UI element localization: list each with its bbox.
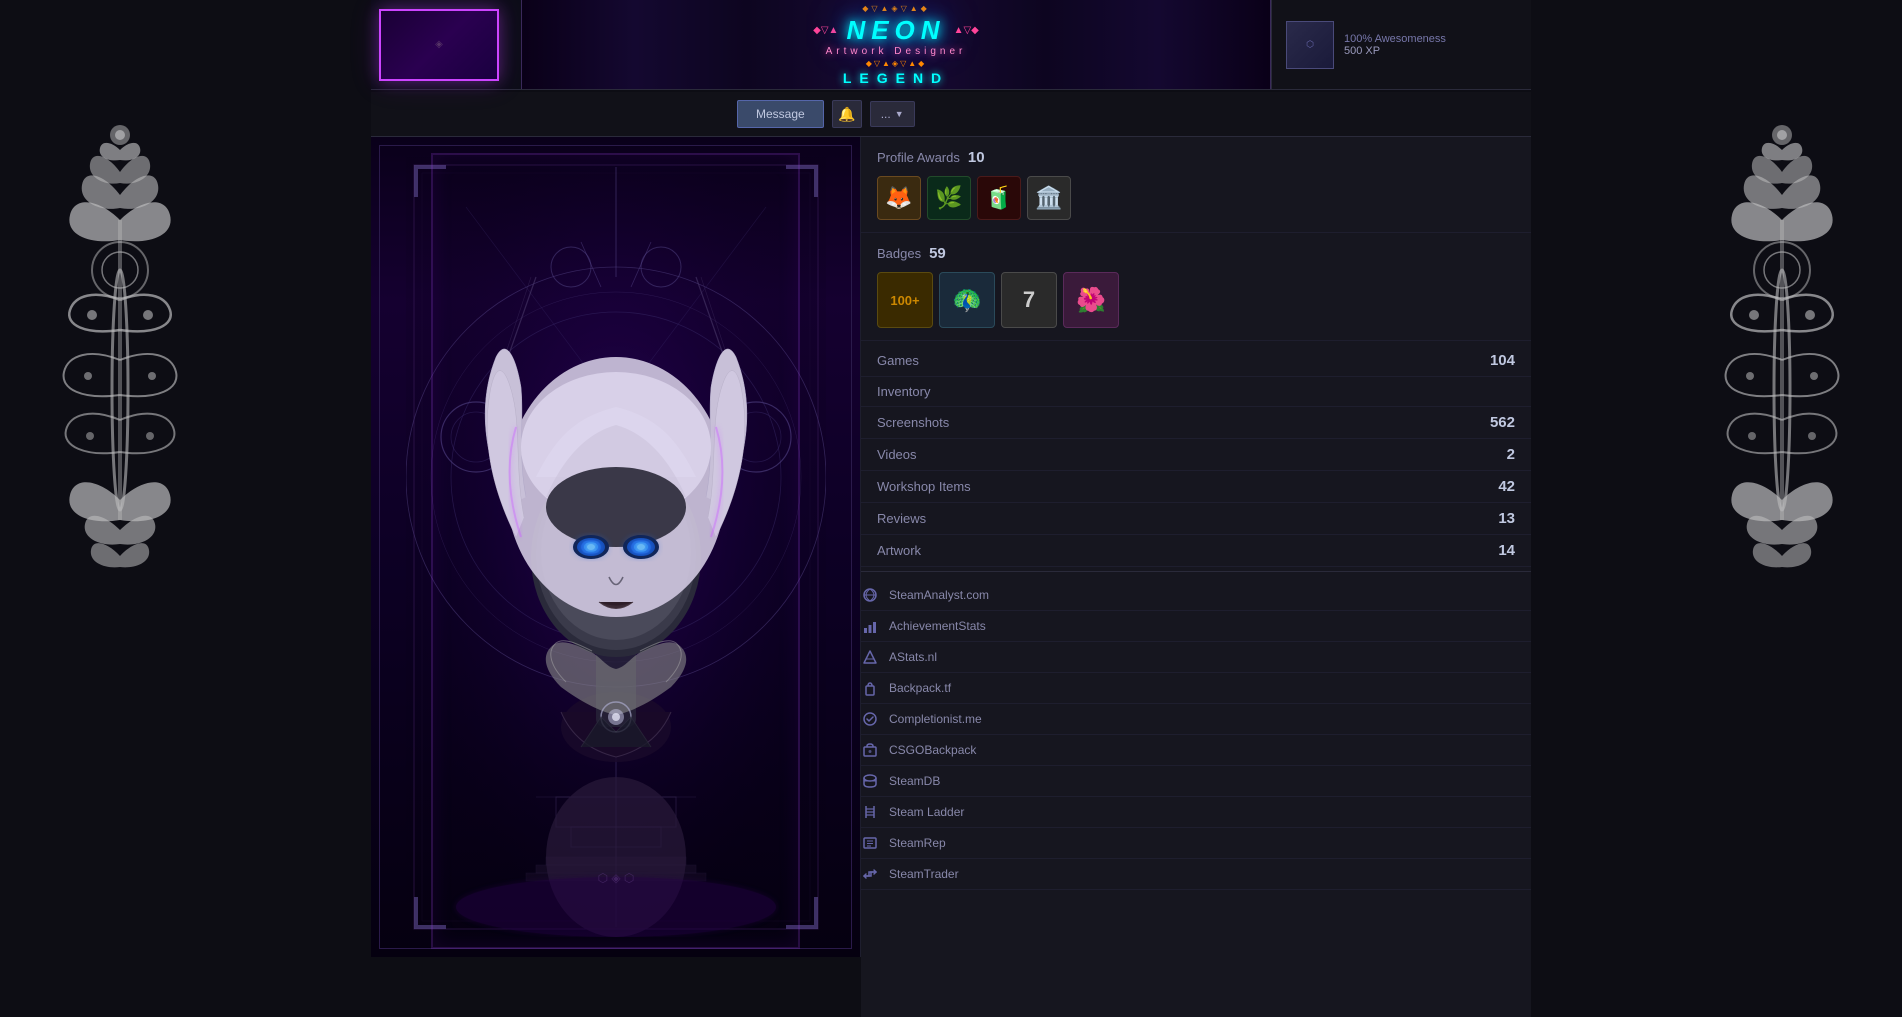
more-button[interactable]: ... ▼ (870, 101, 915, 127)
main-layout: ⬡ ◈ ⬡ Profile Awards (371, 137, 1531, 957)
banner-title: NEON (846, 15, 945, 46)
stat-artwork[interactable]: Artwork 14 (861, 535, 1531, 567)
banner-dots-bottom: ◆▽▲◈▽▲◆ (813, 59, 979, 68)
stat-games-value: 104 (1490, 352, 1515, 369)
badge-item-1[interactable]: 🦚 (939, 272, 995, 328)
astats-label: AStats.nl (889, 650, 937, 664)
svg-text:⬡ ◈ ⬡: ⬡ ◈ ⬡ (598, 871, 635, 885)
stat-artwork-value: 14 (1498, 542, 1515, 559)
banner-legend: LEGEND (813, 70, 979, 86)
stat-workshop-value: 42 (1498, 478, 1515, 495)
csgobackpack-icon (861, 741, 879, 759)
badge-item-2[interactable]: 7 (1001, 272, 1057, 328)
stat-screenshots-label: Screenshots (877, 415, 949, 430)
link-csgobackpack[interactable]: CSGOBackpack (861, 735, 1531, 766)
link-astats[interactable]: AStats.nl (861, 642, 1531, 673)
astats-icon (861, 648, 879, 666)
badges-count: 59 (929, 245, 946, 262)
link-steamtrader[interactable]: SteamTrader (861, 859, 1531, 890)
link-steamanalyst[interactable]: SteamAnalyst.com (861, 580, 1531, 611)
stat-artwork-label: Artwork (877, 543, 921, 558)
completionist-icon (861, 710, 879, 728)
action-buttons-row: Message 🔔 ... ▼ (371, 92, 1531, 137)
badge-item-0[interactable]: 100+ (877, 272, 933, 328)
badges-row: 100+ 🦚 7 🌺 (877, 272, 1515, 328)
completionist-label: Completionist.me (889, 712, 982, 726)
main-container: ◈ ◆▽▲◈▽▲◆ ◆▽▲ NEON ▲▽◆ Artwork Designer (0, 0, 1902, 950)
stat-inventory[interactable]: Inventory (861, 377, 1531, 407)
link-steamdb[interactable]: SteamDB (861, 766, 1531, 797)
stat-reviews[interactable]: Reviews 13 (861, 503, 1531, 535)
backpacktf-label: Backpack.tf (889, 681, 951, 695)
steamanalyst-icon (861, 586, 879, 604)
link-completionist[interactable]: Completionist.me (861, 704, 1531, 735)
award-item-2[interactable]: 🧃 (977, 176, 1021, 220)
stat-workshop-items[interactable]: Workshop Items 42 (861, 471, 1531, 503)
stats-list: Games 104 Inventory Screenshots 562 Vide… (861, 341, 1531, 571)
awards-row: 🦊 🌿 🧃 🏛️ (877, 176, 1515, 220)
stat-reviews-label: Reviews (877, 511, 926, 526)
steamladder-icon (861, 803, 879, 821)
link-achievementstats[interactable]: AchievementStats (861, 611, 1531, 642)
stat-videos[interactable]: Videos 2 (861, 439, 1531, 471)
stat-screenshots-value: 562 (1490, 414, 1515, 431)
artwork-panel: ⬡ ◈ ⬡ (371, 137, 861, 957)
steamtrader-icon (861, 865, 879, 883)
stat-inventory-label: Inventory (877, 384, 930, 399)
achievementstats-label: AchievementStats (889, 619, 986, 633)
stat-screenshots[interactable]: Screenshots 562 (861, 407, 1531, 439)
chevron-down-icon: ▼ (895, 109, 904, 119)
banner-subtitle: Artwork Designer (813, 46, 979, 57)
more-label: ... (881, 107, 891, 121)
steamdb-label: SteamDB (889, 774, 940, 788)
xp-value: 500 XP (1344, 45, 1446, 57)
badges-section: Badges 59 100+ 🦚 7 🌺 (861, 233, 1531, 341)
steamrep-label: SteamRep (889, 836, 946, 850)
stat-games[interactable]: Games 104 (861, 345, 1531, 377)
award-item-3[interactable]: 🏛️ (1027, 176, 1071, 220)
message-button[interactable]: Message (737, 100, 824, 128)
steamdb-icon (861, 772, 879, 790)
award-item-0[interactable]: 🦊 (877, 176, 921, 220)
csgobackpack-label: CSGOBackpack (889, 743, 976, 757)
profile-awards-header: Profile Awards 10 (877, 149, 1515, 166)
link-backpacktf[interactable]: Backpack.tf (861, 673, 1531, 704)
backpacktf-icon (861, 679, 879, 697)
stat-videos-label: Videos (877, 447, 917, 462)
badges-label: Badges (877, 246, 921, 261)
external-links-section: SteamAnalyst.com AchievementStats AStats… (861, 571, 1531, 898)
xp-area: ⬡ 100% Awesomeness 500 XP (1271, 0, 1531, 89)
awesomeness-label: 100% Awesomeness (1344, 33, 1446, 45)
stat-games-label: Games (877, 353, 919, 368)
level-badge: ⬡ (1286, 21, 1334, 69)
award-item-1[interactable]: 🌿 (927, 176, 971, 220)
steamladder-label: Steam Ladder (889, 805, 964, 819)
link-steamladder[interactable]: Steam Ladder (861, 797, 1531, 828)
badge-item-3[interactable]: 🌺 (1063, 272, 1119, 328)
right-panel: Profile Awards 10 🦊 🌿 🧃 🏛️ Badges 59 (861, 137, 1531, 1017)
avatar[interactable]: ◈ (379, 9, 499, 81)
steamrep-icon (861, 834, 879, 852)
profile-awards-label: Profile Awards (877, 150, 960, 165)
stat-videos-value: 2 (1507, 446, 1515, 463)
badges-header: Badges 59 (877, 245, 1515, 262)
steamanalyst-label: SteamAnalyst.com (889, 588, 989, 602)
gift-button[interactable]: 🔔 (832, 100, 862, 128)
achievementstats-icon (861, 617, 879, 635)
character-artwork: ⬡ ◈ ⬡ (406, 157, 826, 937)
steamtrader-label: SteamTrader (889, 867, 959, 881)
profile-awards-section: Profile Awards 10 🦊 🌿 🧃 🏛️ (861, 137, 1531, 233)
avatar-area: ◈ (371, 0, 521, 89)
banner-dots-top: ◆▽▲◈▽▲◆ (813, 4, 979, 13)
link-steamrep[interactable]: SteamRep (861, 828, 1531, 859)
stat-workshop-label: Workshop Items (877, 479, 971, 494)
stat-reviews-value: 13 (1498, 510, 1515, 527)
profile-banner: ◆▽▲◈▽▲◆ ◆▽▲ NEON ▲▽◆ Artwork Designer ◆▽… (521, 0, 1271, 89)
profile-awards-count: 10 (968, 149, 985, 166)
